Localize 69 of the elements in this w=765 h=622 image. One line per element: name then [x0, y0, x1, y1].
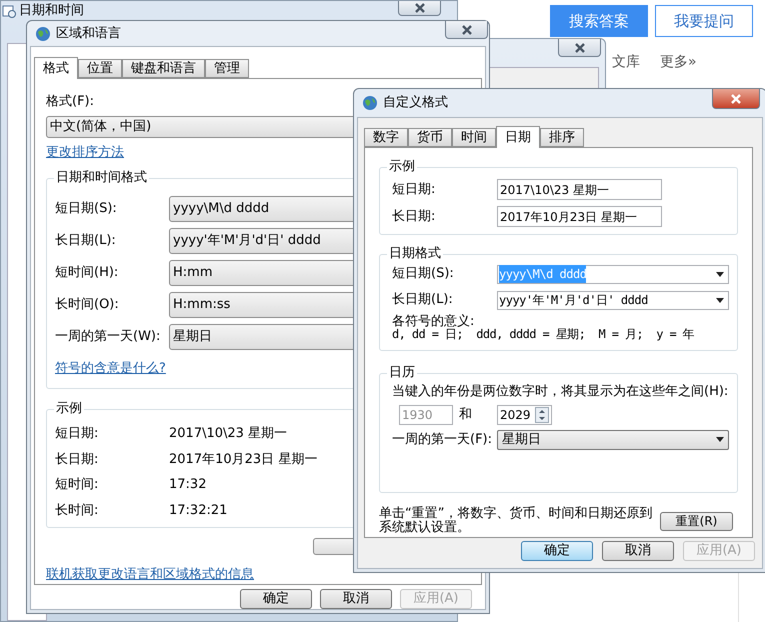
dialog-button[interactable]: 取消 — [602, 541, 674, 561]
spinner-arrows-icon — [535, 406, 549, 422]
example-label: 短日期: — [392, 180, 436, 199]
online-info-link[interactable]: 联机获取更改语言和区域格式的信息 — [46, 564, 254, 584]
group-title: 示例 — [387, 159, 417, 175]
example-label: 短时间: — [55, 476, 100, 494]
dialog-button[interactable]: 确定 — [240, 589, 312, 609]
dropdown-arrow-icon — [716, 437, 724, 442]
field-label: 长时间(O): — [55, 296, 120, 314]
field-label: 长日期(L): — [55, 232, 117, 250]
tab[interactable]: 排序 — [540, 128, 584, 147]
dialog-title: 自定义格式 — [383, 94, 448, 112]
web-button[interactable]: 我要提问 — [655, 5, 753, 37]
tab[interactable]: 时间 — [452, 128, 496, 147]
example-label: 长时间: — [55, 502, 100, 520]
tab[interactable]: 格式 — [34, 57, 78, 79]
dialog-button[interactable]: 确定 — [521, 541, 593, 561]
example-label: 长日期: — [55, 450, 100, 468]
group-title: 日期格式 — [387, 246, 443, 262]
nav-link[interactable]: 文库 — [612, 52, 640, 73]
example-value: 2017\10\23 星期一 — [169, 425, 288, 443]
and-label: 和 — [459, 406, 473, 424]
first-day-label: 一周的第一天(F): — [392, 430, 494, 449]
close-icon — [460, 24, 472, 34]
globe-icon — [35, 26, 51, 42]
format-label: 长日期(L): — [392, 291, 454, 310]
dialog-button[interactable]: 取消 — [320, 589, 392, 609]
format-combobox[interactable]: yyyy'年'M'月'd'日' dddd — [497, 290, 729, 310]
example-label: 短日期: — [55, 425, 100, 443]
symbols-link[interactable]: 符号的含意是什么? — [55, 359, 166, 378]
group-title: 示例 — [54, 401, 84, 417]
close-icon — [730, 94, 742, 104]
globe-icon — [362, 95, 378, 111]
close-icon — [574, 42, 586, 52]
dropdown-arrow-icon — [716, 298, 724, 302]
calendar-clock-icon — [2, 4, 16, 18]
tab[interactable]: 位置 — [78, 59, 122, 78]
reset-button[interactable]: 重置(R) — [660, 512, 733, 530]
tab[interactable]: 键盘和语言 — [122, 59, 205, 78]
example-value: 17:32:21 — [169, 502, 228, 520]
tab[interactable]: 管理 — [205, 59, 249, 78]
close-button[interactable] — [558, 39, 601, 57]
year-spinner[interactable]: 2029 — [497, 404, 552, 424]
close-button[interactable] — [398, 1, 441, 16]
field-label: 一周的第一天(W): — [55, 328, 162, 346]
group-title: 日历 — [387, 365, 417, 381]
example-value: 2017年10月23日 星期一 — [169, 450, 318, 468]
close-button[interactable] — [445, 21, 488, 39]
range-text: 当键入的年份是两位数字时，将其显示为在这些年之间(H): — [392, 384, 728, 399]
example-field: 2017年10月23日 星期一 — [497, 206, 662, 227]
example-value: 17:32 — [169, 476, 206, 494]
window-title: 日期和时间 — [19, 2, 84, 20]
field-label: 短日期(S): — [55, 200, 118, 218]
close-button[interactable] — [712, 89, 760, 109]
tab[interactable]: 数字 — [364, 128, 408, 147]
sort-link[interactable]: 更改排序方法 — [46, 142, 124, 162]
field-label: 短时间(H): — [55, 264, 120, 282]
dropdown-arrow-icon — [716, 272, 724, 276]
format-label: 短日期(S): — [392, 265, 455, 284]
tab[interactable]: 日期 — [496, 126, 540, 148]
reset-note: 单击“重置”，将数字、货币、时间和日期还原到系统默认设置。 — [379, 507, 654, 535]
close-icon — [414, 3, 426, 13]
tab[interactable]: 货币 — [408, 128, 452, 147]
nav-link[interactable]: 更多» — [660, 52, 697, 73]
example-field: 2017\10\23 星期一 — [497, 179, 662, 200]
field-label: 格式(F): — [46, 94, 94, 110]
group-title: 日期和时间格式 — [54, 170, 149, 186]
dialog-title: 区域和语言 — [56, 24, 121, 43]
first-day-dropdown[interactable]: 星期日 — [497, 430, 729, 450]
